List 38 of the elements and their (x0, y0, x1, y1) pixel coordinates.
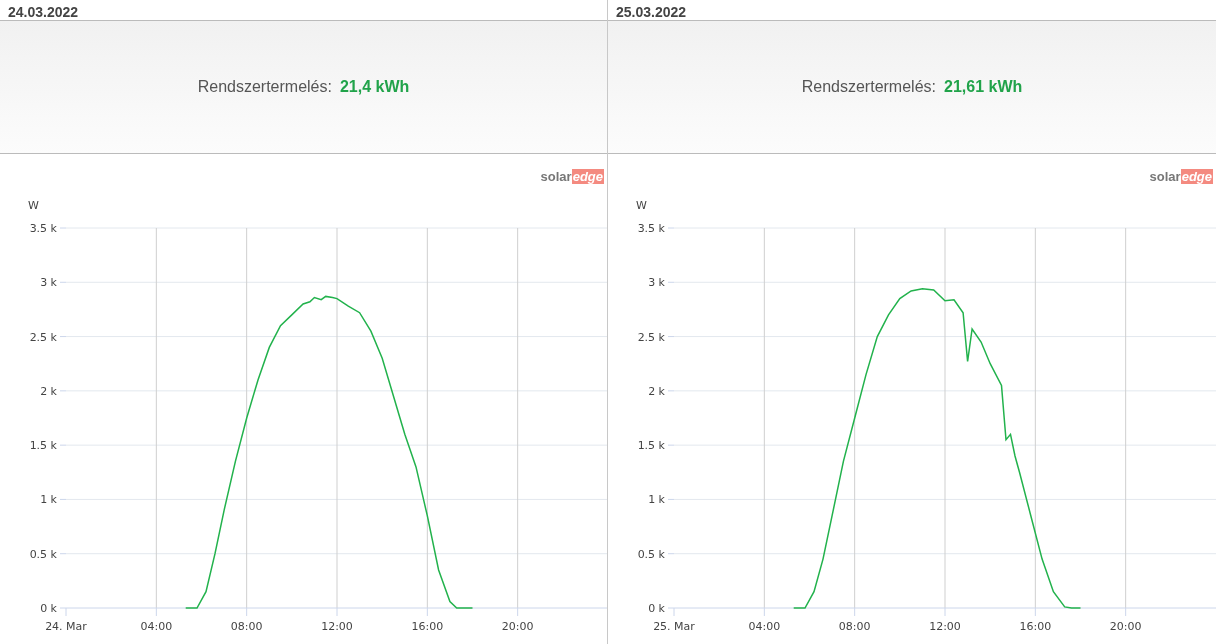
date-heading: 24.03.2022 (8, 4, 79, 20)
x-tick-label: 20:00 (501, 620, 534, 633)
x-tick-label: 04:00 (140, 620, 173, 633)
x-tick-label: 24. Mar (45, 620, 87, 633)
summary-value: 21,4 kWh (339, 77, 410, 97)
y-tick-label: 3.5 k (637, 222, 665, 235)
y-tick-label: 1.5 k (637, 439, 665, 453)
x-tick-label: 08:00 (230, 620, 263, 633)
x-tick-label: 08:00 (838, 620, 871, 633)
summary-label: Rendszertermelés: (197, 77, 332, 97)
x-tick-label: 16:00 (1019, 620, 1052, 633)
y-tick-label: 2 k (648, 384, 665, 398)
x-tick-label: 12:00 (929, 620, 961, 633)
y-tick-label: 3 k (40, 276, 57, 290)
logo: solaredge (1149, 170, 1213, 186)
x-tick-label: 04:00 (748, 620, 781, 633)
axis-label: W (28, 199, 39, 212)
y-tick-label: 0.5 k (29, 547, 57, 561)
y-tick-label: 1 k (648, 493, 665, 507)
y-tick-label: 1 k (40, 493, 57, 507)
y-tick-label: 1.5 k (29, 439, 57, 453)
axis-label: W (636, 199, 647, 212)
summary-label: Rendszertermelés: (801, 77, 936, 97)
x-tick-label: 25. Mar (653, 620, 695, 633)
summary-value: 21,61 kWh (944, 77, 1023, 97)
logo: solaredge (540, 170, 604, 186)
x-tick-label: 12:00 (321, 620, 353, 633)
y-tick-label: 0 k (648, 602, 665, 615)
y-tick-label: 3.5 k (29, 222, 57, 235)
y-tick-label: 2.5 k (29, 330, 57, 344)
date-heading: 25.03.2022 (616, 4, 687, 20)
y-tick-label: 2 k (40, 384, 57, 398)
y-tick-label: 0 k (40, 602, 57, 615)
y-tick-label: 3 k (648, 276, 665, 290)
y-tick-label: 0.5 k (637, 547, 665, 561)
x-tick-label: 16:00 (411, 620, 444, 633)
y-tick-label: 2.5 k (637, 330, 665, 344)
x-tick-label: 20:00 (1109, 620, 1142, 633)
